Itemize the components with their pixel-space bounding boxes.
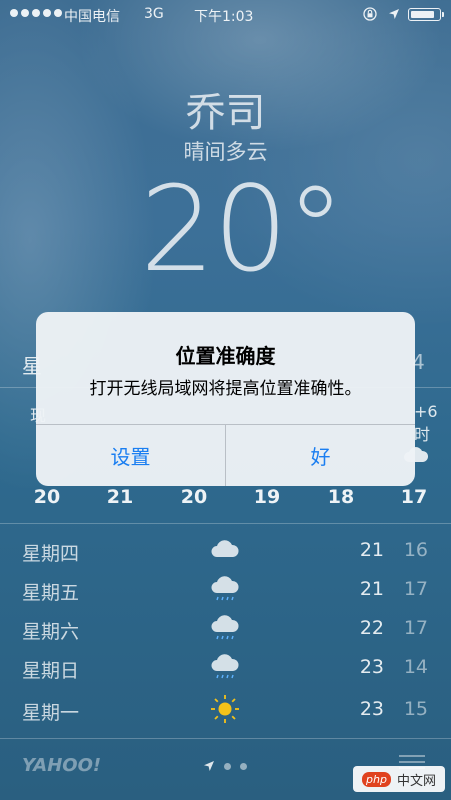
battery-tip xyxy=(442,12,444,17)
location-page-icon xyxy=(204,761,214,771)
battery-icon xyxy=(408,8,441,21)
hourly-temp: 20 xyxy=(180,486,208,508)
forecast-low: 15 xyxy=(403,698,428,720)
divider xyxy=(0,738,451,739)
forecast-low: 14 xyxy=(403,656,428,678)
forecast-day: 星期五 xyxy=(22,582,80,604)
forecast-day: 星期日 xyxy=(22,660,80,682)
settings-button[interactable]: 设置 xyxy=(36,425,225,486)
ok-button[interactable]: 好 xyxy=(226,425,415,486)
page-indicator[interactable] xyxy=(203,760,247,772)
hourly-temp: 20 xyxy=(33,486,61,508)
forecast-high: 23 xyxy=(359,698,384,720)
forecast-row: 星期日 23 14 xyxy=(0,650,451,686)
page-dot xyxy=(224,762,231,770)
city-name: 乔司 xyxy=(185,90,266,136)
page-dot xyxy=(240,762,247,770)
forecast-low: 17 xyxy=(403,578,428,600)
hourly-temp: 21 xyxy=(106,486,134,508)
watermark-badge: php xyxy=(362,771,391,787)
status-time: 下午1:03 xyxy=(194,9,254,25)
network-type: 3G xyxy=(144,6,164,22)
watermark: php 中文网 xyxy=(353,766,445,792)
rain-cloud-icon xyxy=(211,615,239,640)
sun-icon xyxy=(211,695,239,723)
forecast-low: 16 xyxy=(403,539,428,561)
forecast-day: 星期六 xyxy=(22,621,80,643)
yahoo-logo[interactable]: YAHOO! xyxy=(22,755,101,776)
current-temperature: 20° xyxy=(140,160,345,298)
hourly-temp: 17 xyxy=(400,486,428,508)
forecast-row: 星期六 22 17 xyxy=(0,611,451,647)
forecast-low: 17 xyxy=(403,617,428,639)
forecast-high: 22 xyxy=(359,617,384,639)
forecast-row: 星期一 23 15 xyxy=(0,692,451,728)
forecast-day: 星期一 xyxy=(22,702,80,724)
forecast-high: 23 xyxy=(359,656,384,678)
rain-cloud-icon xyxy=(211,576,239,601)
rotation-lock-icon xyxy=(363,7,377,21)
hourly-last-label: +6时 xyxy=(414,402,438,444)
divider xyxy=(0,523,451,524)
battery-level xyxy=(411,11,434,18)
forecast-row: 星期五 21 17 xyxy=(0,572,451,608)
alert-message: 打开无线局域网将提高位置准确性。 xyxy=(89,379,362,399)
forecast-high: 21 xyxy=(359,539,384,561)
location-accuracy-alert: 位置准确度 打开无线局域网将提高位置准确性。 设置 好 xyxy=(36,312,415,486)
forecast-row: 星期四 21 16 xyxy=(0,533,451,569)
hourly-temp: 19 xyxy=(253,486,281,508)
carrier-name: 中国电信 xyxy=(64,9,120,25)
alert-title: 位置准确度 xyxy=(175,344,276,368)
watermark-text: 中文网 xyxy=(396,773,436,789)
forecast-high: 21 xyxy=(359,578,384,600)
location-arrow-icon xyxy=(389,9,399,19)
signal-strength-icon xyxy=(10,9,62,17)
cloud-icon xyxy=(211,540,239,557)
hourly-temp: 18 xyxy=(327,486,355,508)
forecast-day: 星期四 xyxy=(22,543,80,565)
status-bar: 中国电信 3G 下午1:03 xyxy=(0,0,451,30)
rain-cloud-icon xyxy=(211,654,239,679)
